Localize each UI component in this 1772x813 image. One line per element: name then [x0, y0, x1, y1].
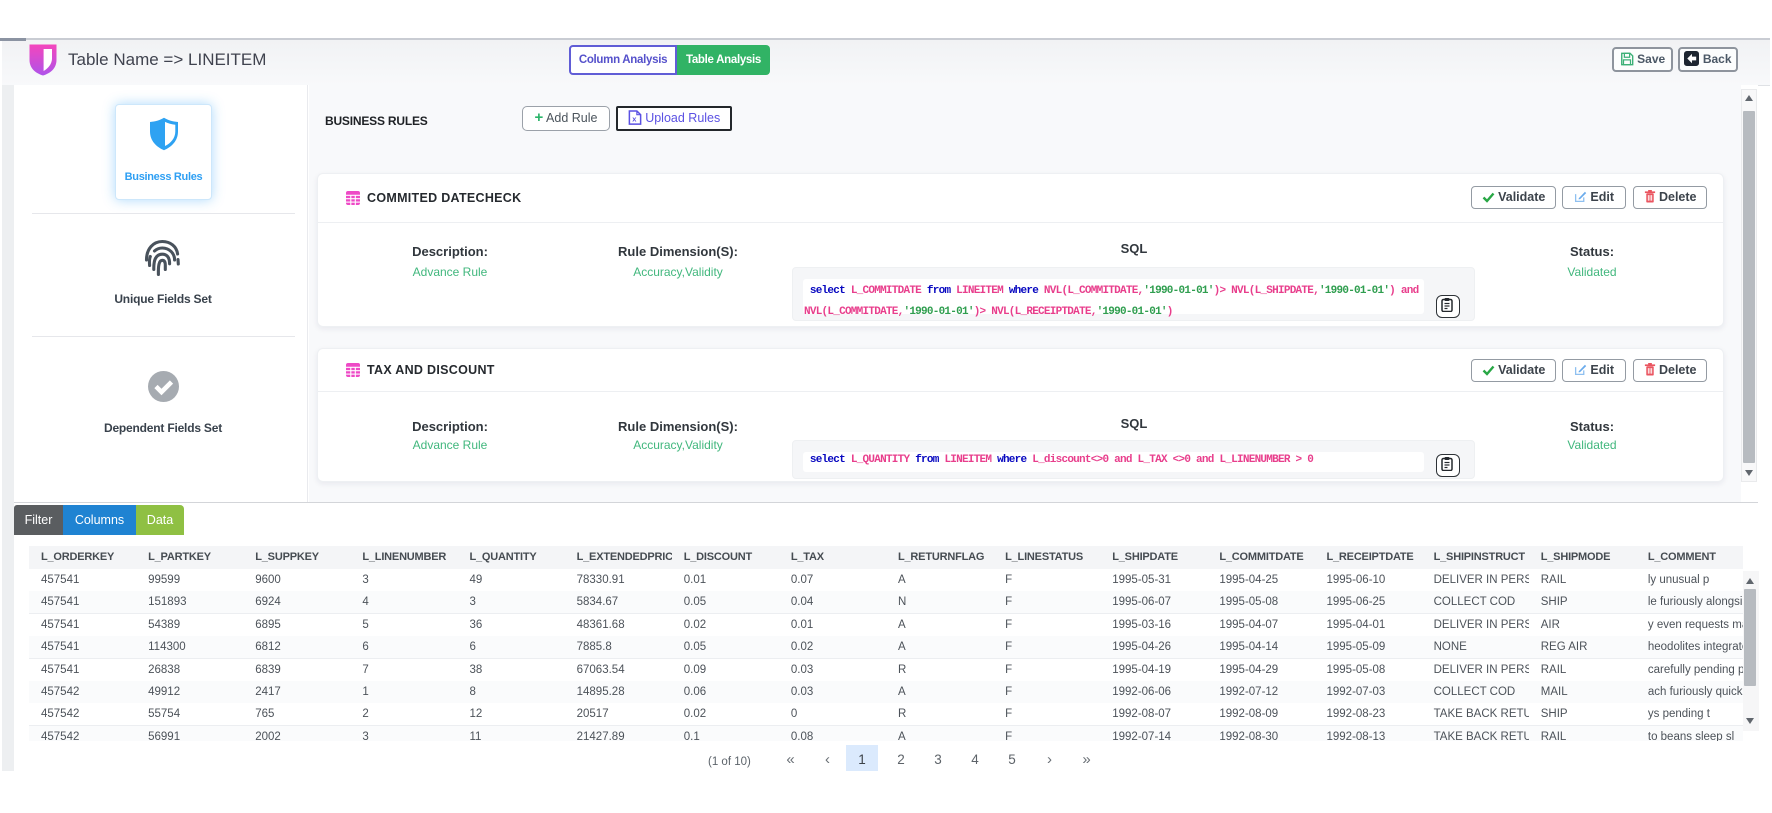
svg-text:x: x	[632, 115, 637, 124]
